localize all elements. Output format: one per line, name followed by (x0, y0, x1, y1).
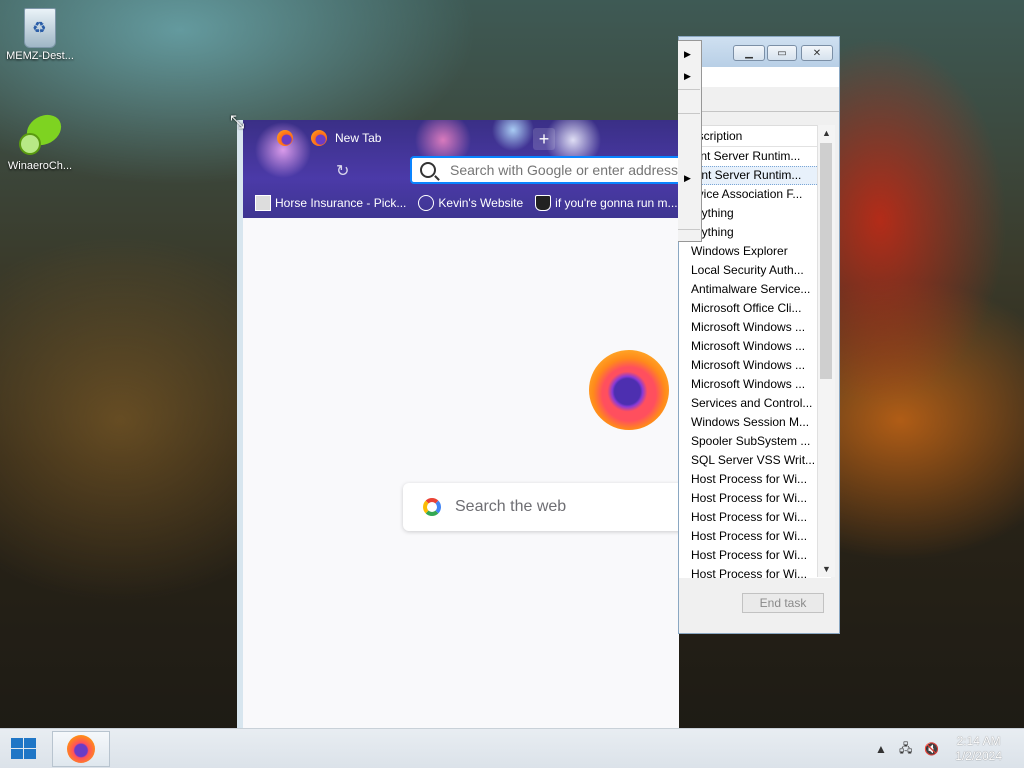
new-tab-button[interactable]: + (533, 128, 555, 150)
search-placeholder: Search the web (455, 498, 567, 515)
list-item[interactable]: Host Process for Wi... (679, 527, 831, 546)
task-manager-window[interactable]: ▁ ▭ ✕ escription ient Server Runtim... i… (678, 36, 840, 634)
list-item[interactable]: Local Security Auth... (679, 261, 831, 280)
firefox-tab-icon[interactable] (277, 126, 293, 150)
minimize-button[interactable]: ▁ (733, 45, 765, 61)
scroll-up-icon[interactable]: ▲ (818, 125, 835, 141)
list-item[interactable]: Microsoft Windows ... (679, 356, 831, 375)
menu-separator (678, 89, 700, 90)
submenu-arrow-icon[interactable]: ▶ (684, 173, 691, 184)
start-button[interactable] (8, 737, 38, 761)
list-item[interactable]: Host Process for Wi... (679, 546, 831, 565)
list-item[interactable]: Microsoft Windows ... (679, 318, 831, 337)
clock-date: 1/2/2024 (955, 749, 1002, 763)
reload-icon[interactable]: ↻ (336, 161, 349, 181)
lime-icon (16, 110, 64, 158)
end-task-button[interactable]: End task (742, 593, 824, 613)
firefox-logo-icon (589, 350, 669, 430)
bookmark-item[interactable]: Horse Insurance - Pick... (255, 195, 406, 211)
menu-bar (679, 67, 839, 87)
firefox-icon (67, 735, 95, 763)
firefox-toolbar: New Tab + ↻ Horse Insurance - Pick... Ke… (243, 120, 679, 218)
bookmark-label: if you're gonna run m... (555, 196, 678, 210)
list-item[interactable]: Microsoft Office Cli... (679, 299, 831, 318)
list-item[interactable]: Windows Session M... (679, 413, 831, 432)
bookmark-label: Horse Insurance - Pick... (275, 196, 407, 210)
bookmark-label: Kevin's Website (438, 196, 524, 210)
windows-logo-icon (11, 738, 23, 748)
url-bar[interactable] (410, 156, 679, 184)
network-icon[interactable]: 🖧 (899, 739, 912, 760)
windows-logo-pane (24, 749, 36, 759)
desktop-icon-label: WinaeroCh... (7, 160, 73, 172)
search-icon (420, 162, 436, 178)
menu-separator (678, 229, 700, 230)
list-item[interactable]: Antimalware Service... (679, 280, 831, 299)
list-item[interactable]: SQL Server VSS Writ... (679, 451, 831, 470)
list-item[interactable]: Host Process for Wi... (679, 508, 831, 527)
system-tray: ▲ 🖧 🔇 2:14 AM 1/2/2024 (869, 729, 1024, 768)
url-input[interactable] (448, 161, 679, 179)
windows-logo-pane (11, 749, 23, 759)
windows-logo-pane (24, 738, 36, 748)
show-hidden-icons-icon[interactable]: ▲ (875, 742, 887, 756)
recycle-bin-icon (24, 8, 56, 48)
tab-strip (679, 87, 839, 112)
scroll-down-icon[interactable]: ▼ (818, 561, 835, 577)
taskbar-firefox-button[interactable] (52, 731, 110, 767)
volume-muted-icon[interactable]: 🔇 (924, 742, 939, 756)
vertical-scrollbar[interactable]: ▲ ▼ (817, 125, 835, 577)
bookmark-item[interactable]: Kevin's Website (418, 195, 523, 211)
tab-new-tab[interactable]: New Tab (311, 126, 381, 150)
scroll-thumb[interactable] (820, 143, 832, 379)
google-icon (423, 498, 441, 516)
submenu-arrow-icon[interactable]: ▶ (684, 71, 691, 82)
list-item[interactable]: Host Process for Wi... (679, 565, 831, 578)
taskbar: ▲ 🖧 🔇 2:14 AM 1/2/2024 (0, 728, 1024, 768)
list-item[interactable]: Microsoft Windows ... (679, 375, 831, 394)
submenu-arrow-icon[interactable]: ▶ (684, 49, 691, 60)
desktop-icon-label: MEMZ-Dest... (6, 50, 74, 62)
menu-separator (678, 113, 700, 114)
title-bar: ▁ ▭ ✕ (679, 37, 839, 67)
list-item[interactable]: Host Process for Wi... (679, 489, 831, 508)
new-tab-page: Search the web (243, 218, 679, 728)
bookmark-item[interactable]: if you're gonna run m... (535, 195, 678, 211)
clock-time: 2:14 AM (956, 734, 1001, 748)
shield-icon (535, 195, 552, 211)
list-item[interactable]: Services and Control... (679, 394, 831, 413)
close-button[interactable]: ✕ (801, 45, 833, 61)
firefox-icon (311, 130, 327, 146)
desktop-icon-winaero[interactable]: WinaeroCh... (0, 110, 80, 172)
list-item[interactable]: Microsoft Windows ... (679, 337, 831, 356)
firefox-window[interactable]: New Tab + ↻ Horse Insurance - Pick... Ke… (237, 120, 679, 728)
tab-label: New Tab (335, 131, 382, 145)
resize-cursor-icon: ⤡ (230, 112, 245, 132)
bookmarks-toolbar: Horse Insurance - Pick... Kevin's Websit… (243, 192, 679, 214)
maximize-button[interactable]: ▭ (767, 45, 797, 61)
firefox-icon (277, 130, 293, 146)
desktop-icon-recycle-bin[interactable]: MEMZ-Dest... (0, 8, 80, 62)
list-item[interactable]: Windows Explorer (679, 242, 831, 261)
list-item[interactable]: Host Process for Wi... (679, 470, 831, 489)
clock[interactable]: 2:14 AM 1/2/2024 (955, 734, 1002, 764)
globe-icon (418, 195, 435, 211)
context-menu[interactable]: ▶ ▶ ▶ (678, 40, 702, 242)
page-icon (255, 195, 271, 211)
list-item[interactable]: Spooler SubSystem ... (679, 432, 831, 451)
search-the-web-box[interactable]: Search the web (403, 483, 679, 531)
